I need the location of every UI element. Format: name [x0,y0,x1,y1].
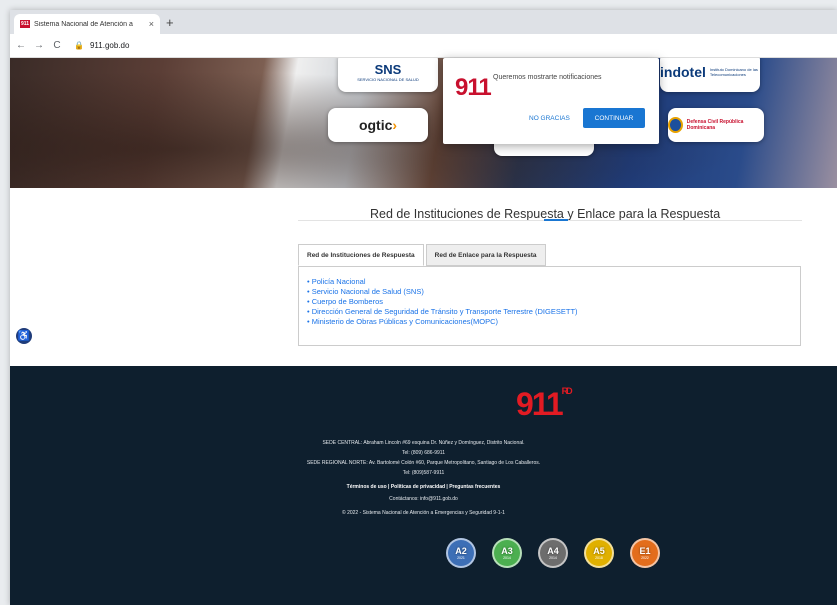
browser-tab[interactable]: 911 Sistema Nacional de Atención a × [14,14,160,34]
list-item[interactable]: • Servicio Nacional de Salud (SNS) [307,287,792,297]
tab-red-enlace[interactable]: Red de Enlace para la Respuesta [425,244,546,266]
lock-icon[interactable]: 🔒 [74,41,84,50]
site-footer: 911RD SEDE CENTRAL: Abraham Lincoln #69 … [10,366,837,605]
911-logo: 911 [455,74,492,101]
favicon-icon: 911 [20,20,30,28]
institutions-list: • Policía Nacional • Servicio Nacional d… [298,266,801,346]
browser-toolbar: ← → C 🔒 911.gob.do [10,34,837,58]
sede-central: SEDE CENTRAL: Abraham Lincoln #69 esquin… [322,440,525,446]
address-bar[interactable]: 911.gob.do [90,41,129,50]
tab-red-instituciones[interactable]: Red de Instituciones de Respuesta [298,244,424,266]
hero-banner: SNS SERVICIO NACIONAL DE SALUD ogtic› DE… [10,58,837,188]
contact-email[interactable]: Contáctanos: info@911.gob.do [10,496,837,502]
forward-icon[interactable]: → [32,40,46,51]
badge-a3[interactable]: A3 2014 [492,538,522,568]
ogtic-logo-card[interactable]: ogtic › [328,108,428,142]
notification-prompt: 911 Queremos mostrarte notificaciones NO… [443,58,659,144]
footer-logo: 911RD [516,386,573,422]
continue-button[interactable]: CONTINUAR [583,108,645,128]
tab-title: Sistema Nacional de Atención a [34,20,133,28]
no-thanks-button[interactable]: NO GRACIAS [529,115,570,122]
indotel-logo: indotel [660,64,706,80]
accessibility-icon[interactable]: ♿ [16,328,32,344]
copyright: © 2022 - Sistema Nacional de Atención a … [342,510,505,516]
section-accent [544,219,568,221]
sns-logo: SNS [374,62,402,77]
defensa-civil-logo-card[interactable]: Defensa Civil República Dominicana [668,108,764,142]
browser-window: 911 Sistema Nacional de Atención a × + ←… [10,10,837,605]
badge-a4[interactable]: A4 2014 [538,538,568,568]
badge-a2[interactable]: A2 2021 [446,538,476,568]
defensa-civil-emblem-icon [668,117,683,133]
notification-message: Queremos mostrarte notificaciones [493,74,602,81]
tel-norte: Tel: (809)587-9911 [402,470,445,476]
footer-links[interactable]: Términos de uso | Políticas de privacida… [10,484,837,490]
ogtic-logo: ogtic [358,117,393,133]
list-item[interactable]: • Ministerio de Obras Públicas y Comunic… [307,317,792,327]
list-item[interactable]: • Policía Nacional [307,277,792,287]
indotel-logo-card[interactable]: indotel Instituto Dominicano de las Tele… [660,58,760,92]
new-tab-icon[interactable]: + [166,15,174,30]
chevron-right-icon: › [392,117,398,133]
badge-a5[interactable]: A5 2018 [584,538,614,568]
close-icon[interactable]: × [149,19,154,29]
sede-norte: SEDE REGIONAL NORTE: Av. Bartolomé Colón… [306,460,541,466]
sns-logo-card[interactable]: SNS SERVICIO NACIONAL DE SALUD [338,58,438,92]
list-item[interactable]: • Cuerpo de Bomberos [307,297,792,307]
list-item[interactable]: • Dirección General de Seguridad de Trán… [307,307,792,317]
tab-strip: 911 Sistema Nacional de Atención a × + [10,10,837,34]
tel-central: Tel: (809) 686-9911 [402,450,445,456]
reload-icon[interactable]: C [50,40,64,51]
institution-tabs: Red de Instituciones de Respuesta Red de… [298,244,546,266]
certification-badges: A2 2021 A3 2014 A4 2014 A5 2018 E1 2022 [438,538,668,568]
badge-e1[interactable]: E1 2022 [630,538,660,568]
back-icon[interactable]: ← [14,40,28,51]
